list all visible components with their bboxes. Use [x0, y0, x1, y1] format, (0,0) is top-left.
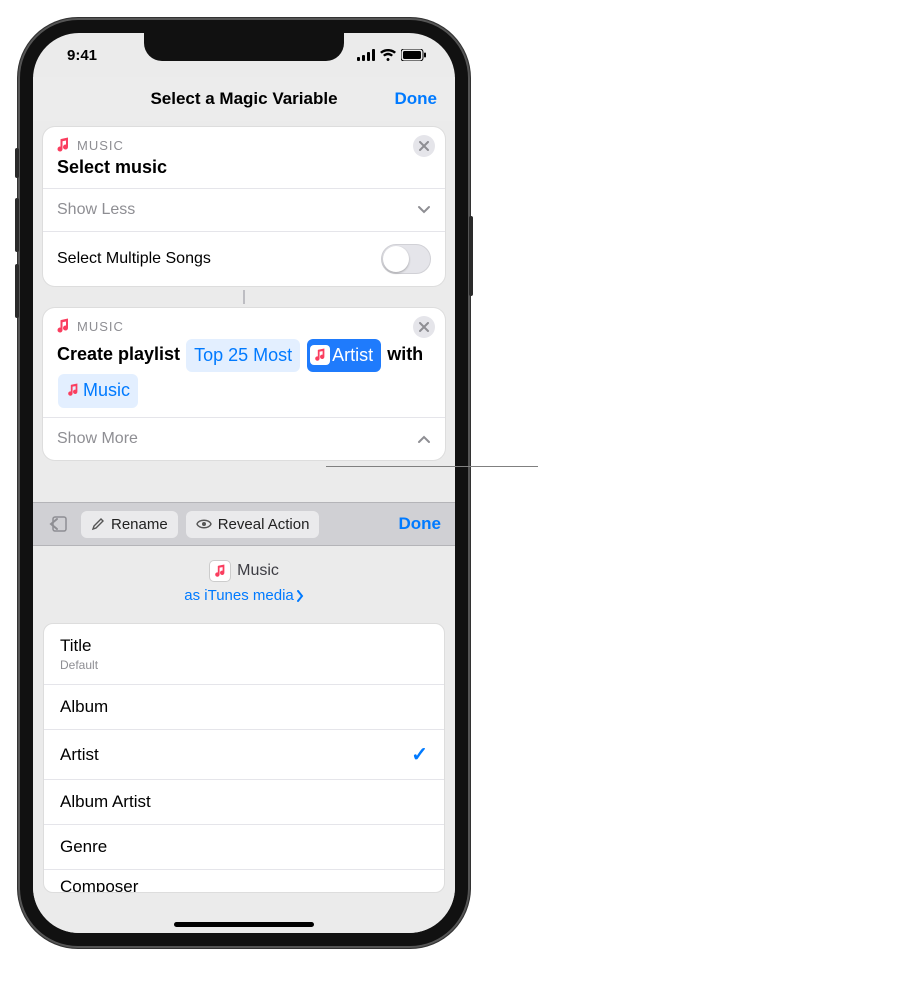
list-item-label: Artist [60, 745, 99, 765]
card-header: MUSIC [43, 308, 445, 334]
playlist-name-token[interactable]: Top 25 Most [186, 339, 300, 372]
list-item[interactable]: Composer [44, 870, 444, 892]
list-item-label: Album Artist [60, 792, 151, 812]
toggle-knob [383, 246, 409, 272]
vol-down [15, 264, 19, 318]
home-indicator[interactable] [174, 922, 314, 927]
close-icon[interactable] [413, 316, 435, 338]
artist-token-label: Artist [332, 341, 373, 370]
cellular-icon [357, 49, 375, 61]
variable-inspector: Music as iTunes media Title Default [33, 546, 455, 933]
vol-up [15, 198, 19, 252]
with-label: with [387, 344, 423, 364]
list-item[interactable]: Album Artist [44, 780, 444, 825]
list-item-label: Composer [60, 877, 138, 892]
app-label: MUSIC [77, 319, 124, 334]
action-title: Create playlist Top 25 Most Artist with … [43, 334, 445, 417]
music-variable-token[interactable]: Music [58, 374, 138, 408]
music-token-label: Music [83, 376, 130, 405]
list-item[interactable]: Title Default [44, 624, 444, 685]
chevron-down-icon [417, 205, 431, 215]
nav-bar: Select a Magic Variable Done [33, 77, 455, 121]
eye-icon [196, 518, 212, 530]
as-label: as iTunes media [184, 587, 294, 604]
show-less-row[interactable]: Show Less [43, 188, 445, 231]
wifi-icon [380, 49, 396, 61]
select-multiple-row: Select Multiple Songs [43, 231, 445, 286]
list-item-label: Genre [60, 837, 107, 857]
chevron-right-icon [296, 590, 304, 602]
music-app-icon [55, 318, 71, 334]
mute-switch [15, 148, 19, 178]
list-item[interactable]: Genre [44, 825, 444, 870]
content-type-link[interactable]: as iTunes media [184, 587, 304, 604]
battery-icon [401, 49, 427, 61]
keyboard-accessory: Rename Reveal Action Done [33, 502, 455, 546]
accessory-done-button[interactable]: Done [399, 514, 448, 534]
app-label: MUSIC [77, 138, 124, 153]
checkmark-icon: ✓ [411, 742, 428, 767]
connector [243, 290, 245, 304]
variable-header: Music as iTunes media [33, 546, 455, 609]
reveal-label: Reveal Action [218, 516, 310, 533]
variable-name: Music [237, 562, 279, 580]
rename-label: Rename [111, 516, 168, 533]
list-item-sub: Default [60, 658, 98, 672]
status-time: 9:41 [67, 47, 97, 64]
select-multiple-toggle[interactable] [381, 244, 431, 274]
list-item[interactable]: Artist ✓ [44, 730, 444, 780]
nav-title: Select a Magic Variable [150, 89, 337, 109]
callout-line [326, 466, 538, 467]
select-multiple-label: Select Multiple Songs [57, 250, 211, 268]
status-right [357, 49, 427, 61]
music-icon [310, 345, 330, 365]
pencil-icon [91, 517, 105, 531]
card-header: MUSIC [43, 127, 445, 153]
show-more-row[interactable]: Show More [43, 417, 445, 460]
music-icon [209, 560, 231, 582]
notch [144, 33, 344, 61]
close-icon[interactable] [413, 135, 435, 157]
nav-done-button[interactable]: Done [395, 89, 438, 109]
iphone-frame: 9:41 Select a Magic Variable Done [18, 18, 470, 948]
content: MUSIC Select music Show Less Select Mult… [33, 121, 455, 502]
list-item-label: Title [60, 636, 92, 655]
action-prefix: Create playlist [57, 344, 180, 364]
action-card-select-music: MUSIC Select music Show Less Select Mult… [43, 127, 445, 286]
screen: 9:41 Select a Magic Variable Done [33, 33, 455, 933]
chevron-up-icon [417, 434, 431, 444]
reveal-action-button[interactable]: Reveal Action [186, 511, 320, 538]
show-more-label: Show More [57, 430, 138, 448]
music-app-icon [55, 137, 71, 153]
action-title: Select music [43, 153, 445, 188]
list-item-label: Album [60, 697, 108, 717]
side-button [469, 216, 473, 296]
action-card-create-playlist: MUSIC Create playlist Top 25 Most Artist… [43, 308, 445, 460]
list-item[interactable]: Album [44, 685, 444, 730]
artist-variable-token[interactable]: Artist [307, 339, 381, 372]
rename-button[interactable]: Rename [81, 511, 178, 538]
show-less-label: Show Less [57, 201, 135, 219]
keyboard-back-button[interactable] [41, 509, 73, 539]
property-list: Title Default Album Artist ✓ Album Artis… [43, 623, 445, 893]
